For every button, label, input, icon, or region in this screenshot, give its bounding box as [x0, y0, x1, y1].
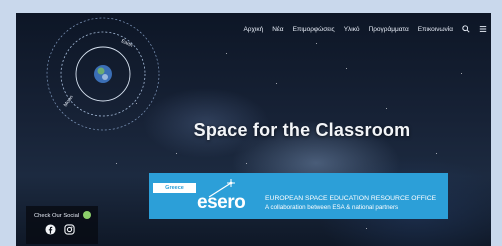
logo-moon-label: Moon	[63, 94, 75, 108]
hero-banner: Earth Moon Αρχική Νέα Επιμορφώσεις Υλικό…	[16, 13, 491, 246]
esero-title: EUROPEAN SPACE EDUCATION RESOURCE OFFICE	[265, 195, 437, 202]
nav-material[interactable]: Υλικό	[344, 26, 360, 33]
nav-trainings[interactable]: Επιμορφώσεις	[293, 26, 335, 33]
earth-icon	[94, 65, 112, 83]
social-label: Check Our Social	[34, 213, 80, 219]
nav-programs[interactable]: Προγράμματα	[369, 26, 409, 33]
nav-news[interactable]: Νέα	[272, 26, 283, 33]
logo-earth-label: Earth	[120, 38, 134, 49]
search-icon[interactable]	[462, 25, 470, 33]
social-icons	[45, 224, 75, 235]
site-logo[interactable]: Earth Moon	[44, 15, 162, 133]
esero-subtitle: A collaboration between ESA & national p…	[265, 204, 399, 211]
top-navigation: Αρχική Νέα Επιμορφώσεις Υλικό Προγράμματ…	[243, 25, 487, 33]
facebook-icon[interactable]	[45, 224, 56, 235]
nav-home[interactable]: Αρχική	[243, 26, 263, 33]
esero-wordmark: esero	[197, 192, 246, 213]
emoji-icon	[83, 211, 91, 219]
esero-banner[interactable]: Greece esero EUROPEAN SPACE EDUCATION RE…	[149, 173, 448, 219]
menu-icon[interactable]	[479, 25, 487, 33]
social-widget: Check Our Social	[26, 206, 98, 244]
esero-country-tag: Greece	[153, 183, 196, 193]
hero-title: Space for the Classroom	[193, 120, 411, 140]
instagram-icon[interactable]	[64, 224, 75, 235]
nav-contact[interactable]: Επικοινωνία	[418, 26, 453, 33]
